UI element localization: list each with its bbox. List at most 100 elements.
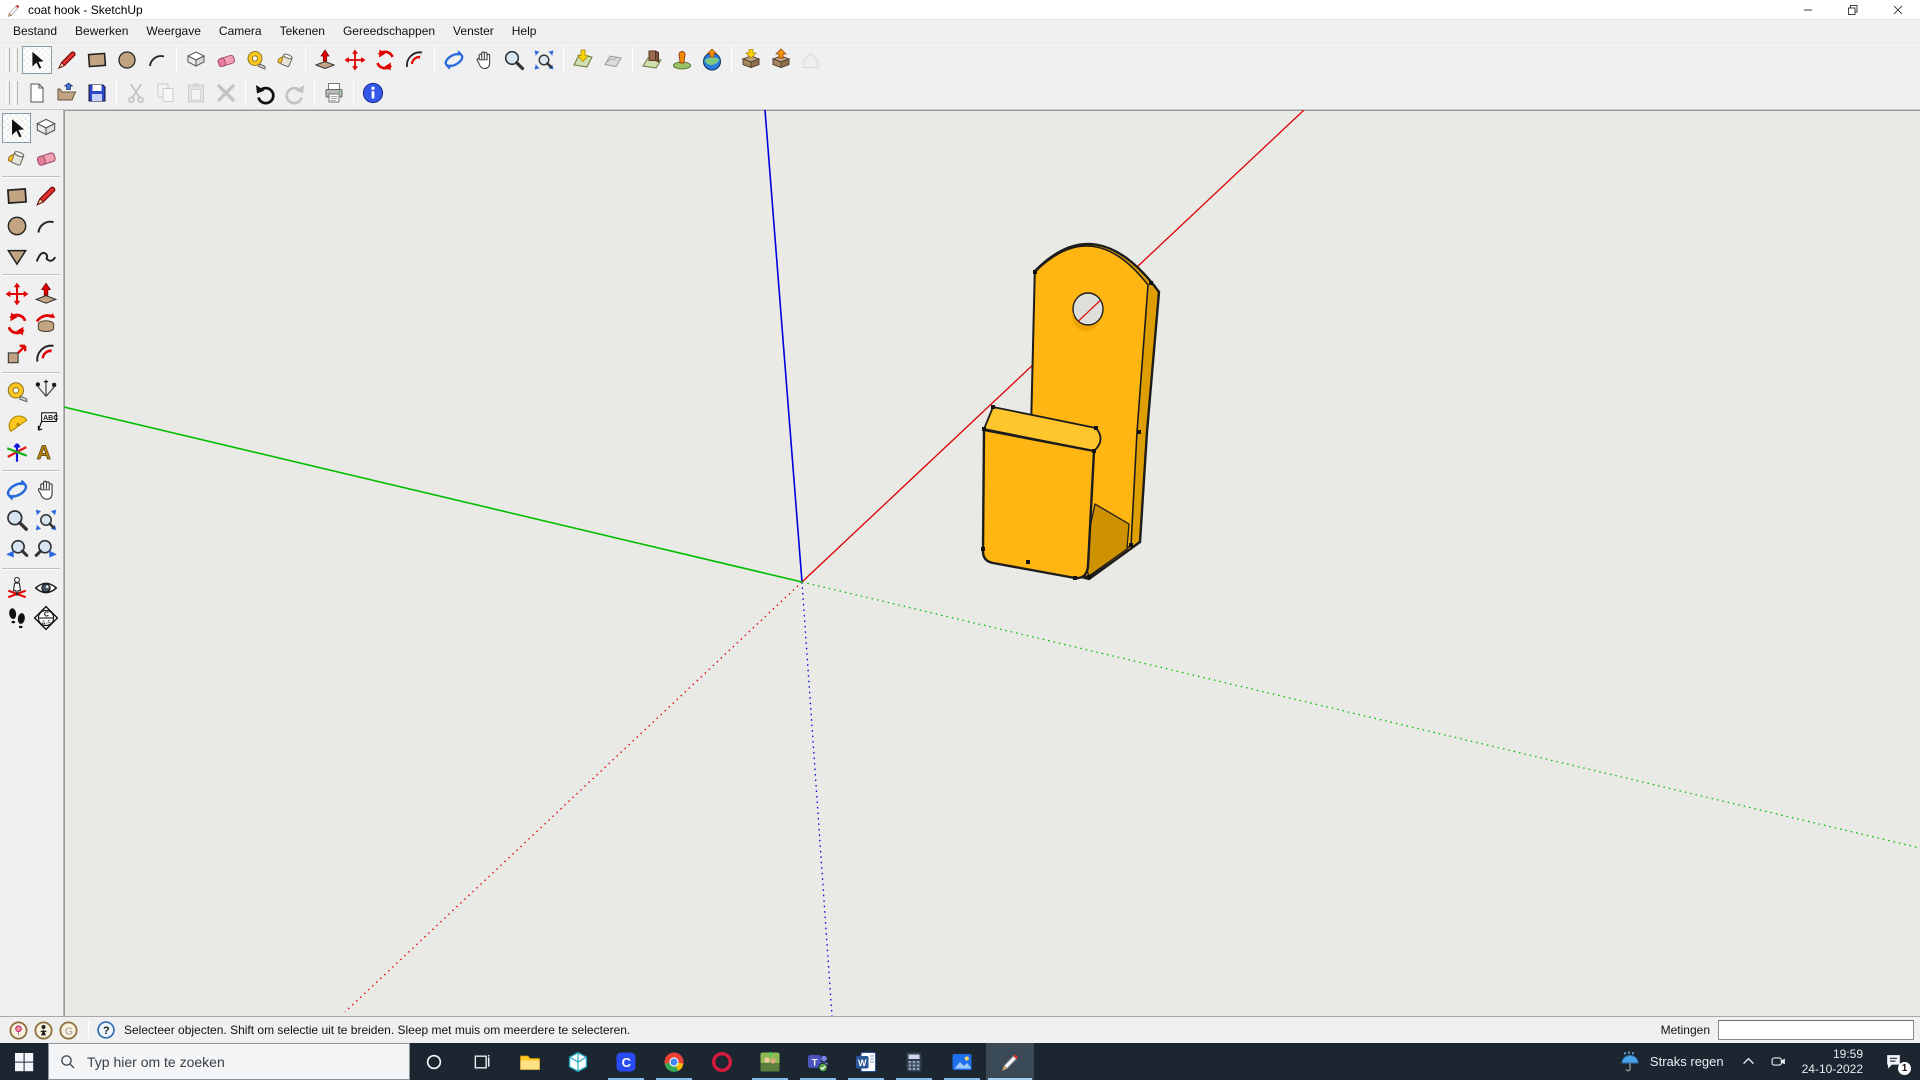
taskbar-app-file-explorer[interactable] — [506, 1043, 554, 1080]
rotate-tool-button[interactable] — [370, 46, 400, 74]
taskbar-app-photos[interactable] — [938, 1043, 986, 1080]
freehand-tool-button[interactable] — [31, 241, 60, 271]
add-location-tool-button[interactable] — [568, 46, 598, 74]
taskbar-app-chrome[interactable] — [650, 1043, 698, 1080]
toolbar-grip[interactable] — [6, 48, 10, 72]
menu-tekenen[interactable]: Tekenen — [271, 21, 334, 41]
text-tool-button[interactable]: ABC — [31, 407, 60, 437]
start-button[interactable] — [0, 1043, 48, 1080]
rotate-tool-button[interactable] — [2, 309, 31, 339]
select-tool-button[interactable] — [22, 46, 52, 74]
hidden-icons-button[interactable] — [1734, 1043, 1764, 1080]
walk-tool-button[interactable] — [2, 603, 31, 633]
menu-help[interactable]: Help — [503, 21, 546, 41]
tape-measure-tool-button[interactable] — [241, 46, 271, 74]
action-center-button[interactable]: 1 — [1871, 1043, 1915, 1080]
scale-tool-button[interactable] — [2, 339, 31, 369]
line-tool-button[interactable] — [52, 46, 82, 74]
arc-tool-button[interactable] — [31, 211, 60, 241]
paint-bucket-tool-button[interactable] — [2, 143, 31, 173]
claim-credit-button[interactable] — [33, 1020, 54, 1041]
3d-text-tool-button[interactable]: A — [31, 437, 60, 467]
dimension-tool-button[interactable] — [31, 377, 60, 407]
toggle-terrain-tool-button[interactable] — [598, 46, 628, 74]
push-pull-tool-button[interactable] — [310, 46, 340, 74]
zoom-next-tool-button[interactable] — [31, 535, 60, 565]
rectangle-tool-button[interactable] — [82, 46, 112, 74]
circle-tool-button[interactable] — [112, 46, 142, 74]
meet-now-button[interactable] — [1764, 1043, 1794, 1080]
position-camera-tool-button[interactable] — [2, 573, 31, 603]
model-info-tool-button[interactable] — [358, 79, 388, 107]
task-view-button[interactable] — [458, 1043, 506, 1080]
move-tool-button[interactable] — [340, 46, 370, 74]
menu-venster[interactable]: Venster — [444, 21, 503, 41]
look-around-tool-button[interactable] — [31, 573, 60, 603]
share-model-tool-button[interactable] — [766, 46, 796, 74]
zoom-previous-tool-button[interactable] — [2, 535, 31, 565]
minimize-button[interactable] — [1785, 0, 1830, 19]
taskbar-app-3d-viewer[interactable] — [554, 1043, 602, 1080]
clock[interactable]: 19:59 24-10-2022 — [1794, 1047, 1871, 1077]
paint-bucket-tool-button[interactable] — [271, 46, 301, 74]
polygon-tool-button[interactable] — [2, 241, 31, 271]
menu-gereedschappen[interactable]: Gereedschappen — [334, 21, 444, 41]
zoom-extents-tool-button[interactable] — [529, 46, 559, 74]
save-tool-button[interactable] — [82, 79, 112, 107]
position-model-tool-button[interactable] — [667, 46, 697, 74]
section-plane-tool-button[interactable]: CA-5 — [31, 603, 60, 633]
taskbar-app-sims-4[interactable] — [746, 1043, 794, 1080]
restore-button[interactable] — [1830, 0, 1875, 19]
measurements-input[interactable] — [1718, 1020, 1914, 1040]
taskbar-app-teams[interactable]: T — [794, 1043, 842, 1080]
google-earth-tool-button[interactable] — [697, 46, 727, 74]
circle-tool-button[interactable] — [2, 211, 31, 241]
select-tool-button[interactable] — [2, 113, 31, 143]
rectangle-tool-button[interactable] — [2, 181, 31, 211]
move-tool-button[interactable] — [2, 279, 31, 309]
taskbar-app-clipchamp[interactable]: C — [602, 1043, 650, 1080]
sign-in-button[interactable]: G — [58, 1020, 79, 1041]
coat-hook-model[interactable] — [981, 244, 1159, 580]
taskbar-app-word[interactable]: W — [842, 1043, 890, 1080]
eraser-tool-button[interactable] — [31, 143, 60, 173]
menu-weergave[interactable]: Weergave — [137, 21, 209, 41]
toolbar-grip[interactable] — [14, 48, 18, 72]
eraser-tool-button[interactable] — [211, 46, 241, 74]
zoom-tool-button[interactable] — [2, 505, 31, 535]
geolocation-button[interactable] — [8, 1020, 29, 1041]
protractor-tool-button[interactable] — [2, 407, 31, 437]
toolbar-grip[interactable] — [6, 81, 10, 105]
make-component-tool-button[interactable] — [181, 46, 211, 74]
axes-tool-button[interactable] — [2, 437, 31, 467]
taskbar-app-opera-gx[interactable] — [698, 1043, 746, 1080]
offset-tool-button[interactable] — [31, 339, 60, 369]
line-tool-button[interactable] — [31, 181, 60, 211]
follow-me-tool-button[interactable] — [31, 309, 60, 339]
viewport-canvas[interactable] — [64, 110, 1920, 1016]
menu-bewerken[interactable]: Bewerken — [66, 21, 137, 41]
print-tool-button[interactable] — [319, 79, 349, 107]
offset-tool-button[interactable] — [400, 46, 430, 74]
pan-tool-button[interactable] — [469, 46, 499, 74]
arc-tool-button[interactable] — [142, 46, 172, 74]
make-component-tool-button[interactable] — [31, 113, 60, 143]
toolbar-grip[interactable] — [14, 81, 18, 105]
undo-tool-button[interactable] — [250, 79, 280, 107]
menu-bestand[interactable]: Bestand — [4, 21, 66, 41]
photo-textures-tool-button[interactable] — [637, 46, 667, 74]
zoom-tool-button[interactable] — [499, 46, 529, 74]
orbit-tool-button[interactable] — [2, 475, 31, 505]
tape-measure-tool-button[interactable] — [2, 377, 31, 407]
close-button[interactable] — [1875, 0, 1920, 19]
help-icon[interactable]: ? — [96, 1020, 116, 1040]
pan-tool-button[interactable] — [31, 475, 60, 505]
push-pull-tool-button[interactable] — [31, 279, 60, 309]
taskbar-search[interactable]: Typ hier om te zoeken — [48, 1043, 410, 1080]
menu-camera[interactable]: Camera — [210, 21, 271, 41]
taskbar-app-calculator[interactable] — [890, 1043, 938, 1080]
open-tool-button[interactable] — [52, 79, 82, 107]
weather-widget[interactable]: Straks regen — [1608, 1050, 1734, 1074]
orbit-tool-button[interactable] — [439, 46, 469, 74]
taskbar-app-sketchup[interactable] — [986, 1043, 1034, 1080]
